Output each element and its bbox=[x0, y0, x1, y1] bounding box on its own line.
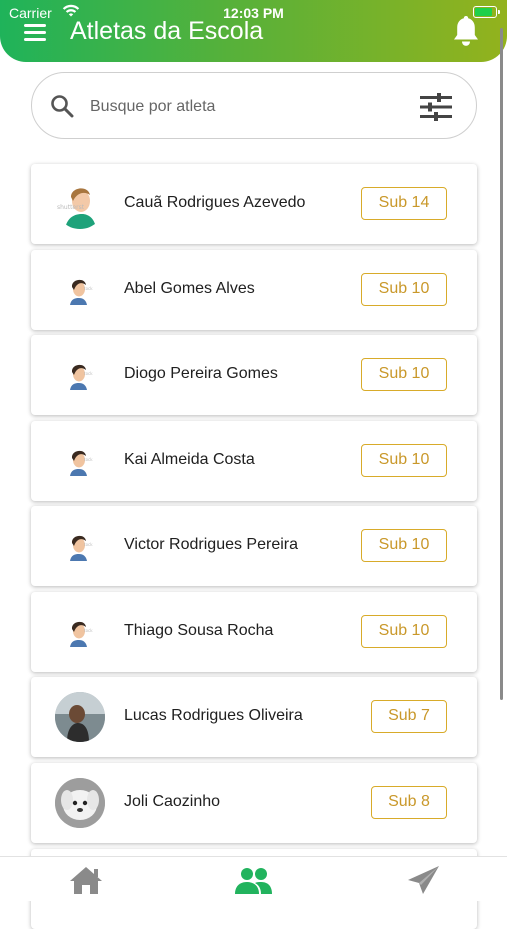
category-badge: Sub 10 bbox=[361, 615, 447, 648]
athlete-card[interactable]: tock Diogo Pereira Gomes Sub 10 bbox=[31, 335, 477, 415]
svg-text:shutterst: shutterst bbox=[57, 204, 85, 211]
home-icon[interactable] bbox=[66, 865, 106, 895]
athlete-card[interactable]: tock Abel Gomes Alves Sub 10 bbox=[31, 250, 477, 330]
athlete-card[interactable]: shutterst Cauã Rodrigues Azevedo Sub 14 bbox=[31, 164, 477, 244]
search-input[interactable] bbox=[88, 91, 392, 123]
category-badge: Sub 10 bbox=[361, 444, 447, 477]
svg-text:tock: tock bbox=[84, 457, 93, 462]
athlete-avatar: tock bbox=[55, 436, 105, 486]
users-icon[interactable] bbox=[233, 865, 273, 895]
athlete-card[interactable]: tock Victor Rodrigues Pereira Sub 10 bbox=[31, 506, 477, 586]
athlete-card[interactable]: Lucas Rodrigues Oliveira Sub 7 bbox=[31, 677, 477, 757]
athlete-card[interactable]: Joli Caozinho Sub 8 bbox=[31, 763, 477, 843]
svg-text:tock: tock bbox=[84, 542, 93, 547]
athlete-avatar bbox=[55, 778, 105, 828]
category-badge: Sub 10 bbox=[361, 529, 447, 562]
search-icon bbox=[51, 95, 74, 118]
category-badge: Sub 8 bbox=[371, 786, 447, 819]
page-title: Atletas da Escola bbox=[70, 17, 264, 45]
athlete-avatar: shutterst bbox=[55, 179, 105, 229]
category-badge: Sub 7 bbox=[371, 700, 447, 733]
athlete-avatar: tock bbox=[55, 607, 105, 657]
category-badge: Sub 10 bbox=[361, 273, 447, 306]
filter-sliders-icon[interactable] bbox=[420, 93, 452, 121]
category-badge: Sub 10 bbox=[361, 358, 447, 391]
athlete-card[interactable]: tock Thiago Sousa Rocha Sub 10 bbox=[31, 592, 477, 672]
bottom-navigation bbox=[0, 856, 507, 901]
athlete-card[interactable]: tock Kai Almeida Costa Sub 10 bbox=[31, 421, 477, 501]
menu-button[interactable] bbox=[22, 22, 48, 44]
category-badge: Sub 14 bbox=[361, 187, 447, 220]
send-icon[interactable] bbox=[404, 865, 444, 895]
athlete-avatar: tock bbox=[55, 521, 105, 571]
app-header: Carrier 12:03 PM Atletas da Escola bbox=[0, 0, 507, 62]
athlete-name: Kai Almeida Costa bbox=[124, 451, 255, 468]
athlete-name: Joli Caozinho bbox=[124, 793, 221, 810]
search-bar bbox=[31, 72, 477, 139]
notification-bell-icon[interactable] bbox=[451, 14, 481, 48]
athlete-avatar bbox=[55, 692, 105, 742]
athlete-name: Diogo Pereira Gomes bbox=[124, 365, 278, 382]
athlete-avatar: tock bbox=[55, 350, 105, 400]
scrollbar[interactable] bbox=[500, 28, 503, 700]
athlete-name: Cauã Rodrigues Azevedo bbox=[124, 194, 306, 211]
athlete-name: Abel Gomes Alves bbox=[124, 280, 255, 297]
athlete-name: Thiago Sousa Rocha bbox=[124, 622, 274, 639]
svg-text:tock: tock bbox=[84, 286, 93, 291]
athlete-name: Victor Rodrigues Pereira bbox=[124, 536, 299, 553]
athlete-name: Lucas Rodrigues Oliveira bbox=[124, 707, 303, 724]
svg-text:tock: tock bbox=[84, 628, 93, 633]
athlete-avatar: tock bbox=[55, 265, 105, 315]
svg-text:tock: tock bbox=[84, 371, 93, 376]
